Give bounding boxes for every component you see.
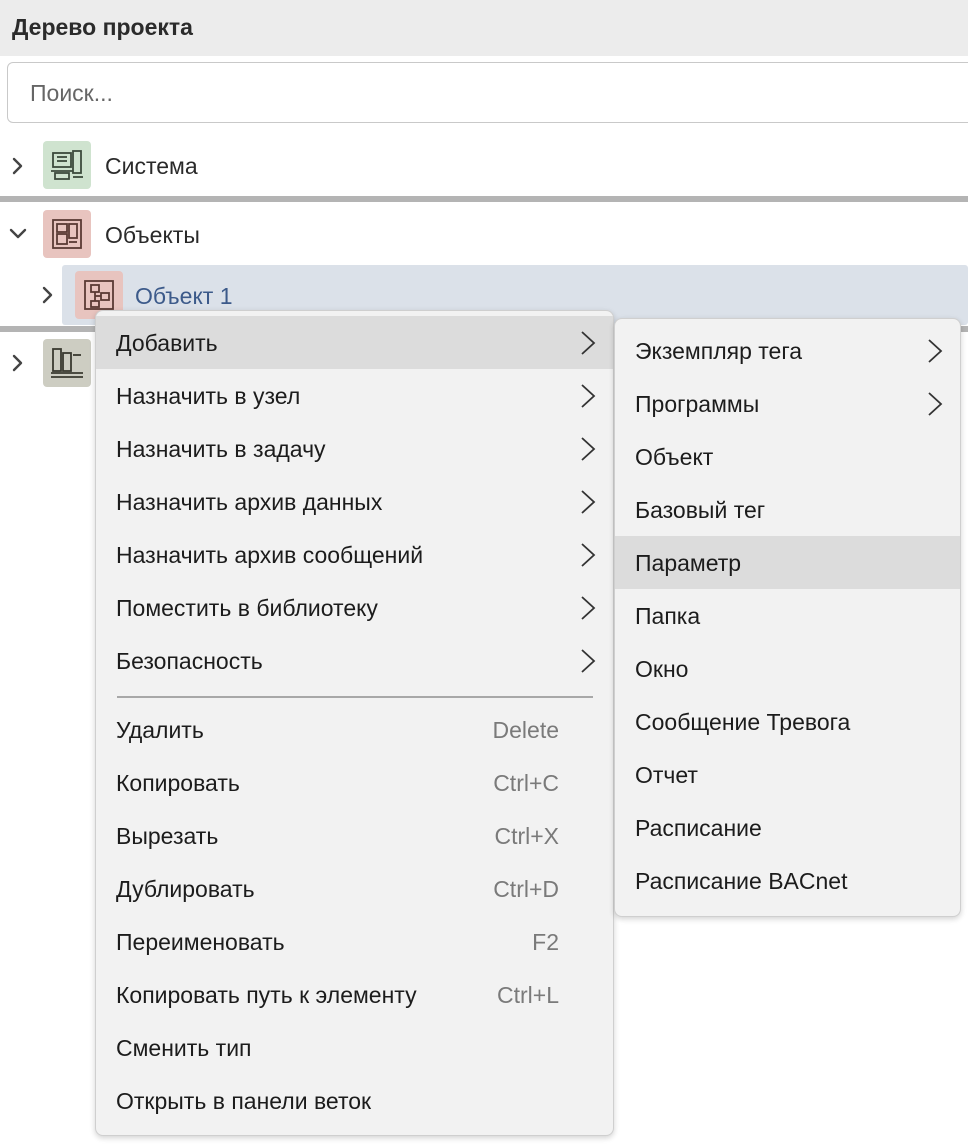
chevron-right-icon (580, 595, 596, 621)
menu-item-place-in-library[interactable]: Поместить в библиотеку (96, 581, 613, 634)
menu-item-label: Расписание BACnet (635, 868, 848, 894)
menu-item-assign-node[interactable]: Назначить в узел (96, 369, 613, 422)
menu-item-label: Назначить в задачу (116, 436, 326, 462)
tree-node-label: Система (105, 153, 198, 179)
menu-item-add[interactable]: Добавить (96, 316, 613, 369)
menu-item-shortcut: Ctrl+D (493, 876, 559, 902)
menu-item-copy-path[interactable]: Копировать путь к элементу Ctrl+L (96, 968, 613, 1021)
menu-item-label: Открыть в панели веток (116, 1088, 372, 1114)
menu-item-label: Удалить (116, 717, 204, 743)
menu-item-open-in-branch-panel[interactable]: Открыть в панели веток (96, 1074, 613, 1127)
menu-item-label: Копировать путь к элементу (116, 982, 417, 1008)
menu-item-label: Назначить в узел (116, 383, 301, 409)
submenu-item-report[interactable]: Отчет (615, 748, 960, 801)
menu-item-label: Объект (635, 444, 714, 470)
chevron-right-icon (580, 648, 596, 674)
chevron-right-icon[interactable] (8, 353, 28, 373)
menu-item-shortcut: Ctrl+C (493, 770, 559, 796)
submenu-item-folder[interactable]: Папка (615, 589, 960, 642)
menu-item-duplicate[interactable]: Дублировать Ctrl+D (96, 862, 613, 915)
menu-item-assign-data-archive[interactable]: Назначить архив данных (96, 475, 613, 528)
submenu-item-schedule[interactable]: Расписание (615, 801, 960, 854)
chevron-right-icon (580, 330, 596, 356)
tree-node-system[interactable]: Система (0, 138, 968, 194)
menu-item-rename[interactable]: Переименовать F2 (96, 915, 613, 968)
menu-item-assign-task[interactable]: Назначить в задачу (96, 422, 613, 475)
chevron-right-icon (580, 383, 596, 409)
menu-separator (117, 696, 593, 698)
chevron-right-icon (580, 542, 596, 568)
submenu-item-programs[interactable]: Программы (615, 377, 960, 430)
tree-node-label: Объекты (105, 222, 200, 248)
submenu-item-alarm-message[interactable]: Сообщение Тревога (615, 695, 960, 748)
menu-item-label: Расписание (635, 815, 762, 841)
submenu-item-tag-instance[interactable]: Экземпляр тега (615, 324, 960, 377)
tree-node-objects[interactable]: Объекты (0, 206, 968, 262)
menu-item-label: Назначить архив данных (116, 489, 383, 515)
submenu-item-base-tag[interactable]: Базовый тег (615, 483, 960, 536)
context-menu: Добавить Назначить в узел Назначить в за… (95, 310, 614, 1136)
menu-item-label: Копировать (116, 770, 240, 796)
submenu-item-bacnet-schedule[interactable]: Расписание BACnet (615, 854, 960, 907)
submenu-item-object[interactable]: Объект (615, 430, 960, 483)
menu-item-label: Сообщение Тревога (635, 709, 851, 735)
chevron-right-icon[interactable] (38, 285, 58, 305)
menu-item-label: Безопасность (116, 648, 263, 674)
menu-item-shortcut: Ctrl+X (494, 823, 559, 849)
menu-item-security[interactable]: Безопасность (96, 634, 613, 687)
search-box[interactable] (7, 62, 968, 123)
menu-item-label: Дублировать (116, 876, 255, 902)
menu-item-label: Переименовать (116, 929, 285, 955)
chevron-right-icon (580, 436, 596, 462)
chevron-down-icon[interactable] (8, 224, 28, 244)
panel-header: Дерево проекта (0, 0, 968, 56)
menu-item-label: Базовый тег (635, 497, 766, 523)
menu-item-label: Экземпляр тега (635, 338, 802, 364)
menu-item-shortcut: Ctrl+L (497, 982, 559, 1008)
computer-system-icon (43, 141, 91, 189)
menu-item-delete[interactable]: Удалить Delete (96, 703, 613, 756)
menu-item-label: Вырезать (116, 823, 219, 849)
menu-item-shortcut: Delete (492, 717, 559, 743)
menu-item-shortcut: F2 (532, 929, 559, 955)
chevron-right-icon[interactable] (8, 156, 28, 176)
menu-item-label: Отчет (635, 762, 698, 788)
panel-title: Дерево проекта (12, 14, 193, 40)
menu-item-label: Поместить в библиотеку (116, 595, 378, 621)
menu-item-assign-message-archive[interactable]: Назначить архив сообщений (96, 528, 613, 581)
menu-item-label: Окно (635, 656, 689, 682)
menu-item-label: Параметр (635, 550, 742, 576)
tree-divider (0, 196, 968, 202)
tree-node-label: Объект 1 (135, 283, 233, 309)
menu-item-label: Папка (635, 603, 701, 629)
search-input[interactable] (30, 77, 930, 109)
chevron-right-icon (580, 489, 596, 515)
menu-item-change-type[interactable]: Сменить тип (96, 1021, 613, 1074)
library-books-icon (43, 339, 91, 387)
menu-item-label: Программы (635, 391, 760, 417)
chevron-right-icon (927, 391, 943, 417)
menu-item-label: Добавить (116, 330, 218, 356)
menu-item-label: Сменить тип (116, 1035, 252, 1061)
add-submenu: Экземпляр тега Программы Объект Базовый … (614, 318, 961, 917)
menu-item-copy[interactable]: Копировать Ctrl+C (96, 756, 613, 809)
menu-item-cut[interactable]: Вырезать Ctrl+X (96, 809, 613, 862)
floor-plan-icon (43, 210, 91, 258)
submenu-item-window[interactable]: Окно (615, 642, 960, 695)
chevron-right-icon (927, 338, 943, 364)
submenu-item-parameter[interactable]: Параметр (615, 536, 960, 589)
menu-item-label: Назначить архив сообщений (116, 542, 424, 568)
